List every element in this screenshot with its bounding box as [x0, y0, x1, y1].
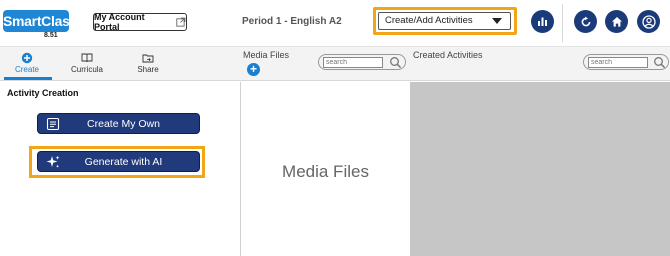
add-media-button[interactable]: + — [247, 63, 260, 76]
tab-create[interactable]: Create — [4, 50, 50, 80]
search-icon[interactable] — [389, 56, 402, 69]
created-search-input[interactable] — [588, 57, 648, 68]
home-button[interactable] — [605, 10, 628, 33]
sparkle-icon — [46, 155, 60, 168]
document-icon — [46, 117, 60, 130]
active-tab-indicator — [4, 77, 52, 80]
book-icon — [81, 53, 93, 63]
caret-down-icon — [492, 18, 502, 24]
search-icon[interactable] — [653, 56, 666, 69]
media-files-placeholder: Media Files — [282, 162, 369, 181]
logo-registered-mark: ® — [77, 14, 82, 21]
tab-curricula-label: Curricula — [70, 65, 103, 74]
account-portal-label: My Account Portal — [94, 12, 145, 32]
header-divider — [562, 4, 563, 42]
tab-share[interactable]: Share — [125, 50, 171, 80]
created-activities-panel — [410, 82, 670, 256]
activity-select-value: Create/Add Activities — [385, 15, 473, 26]
media-search-input[interactable] — [323, 57, 383, 68]
media-files-panel: Media Files — [241, 82, 410, 256]
tab-share-label: Share — [137, 65, 159, 74]
app-header: SmartClass® 8.51 My Account Portal Perio… — [0, 0, 670, 47]
create-my-own-button[interactable]: Create My Own — [37, 113, 200, 134]
created-search — [583, 54, 669, 70]
chart-icon — [538, 17, 547, 26]
external-link-icon — [176, 17, 186, 27]
home-icon — [611, 16, 622, 27]
share-icon — [142, 54, 154, 63]
refresh-button[interactable] — [574, 10, 597, 33]
plus-circle-icon — [21, 52, 33, 64]
account-portal-button[interactable]: My Account Portal — [93, 12, 187, 32]
tab-create-label: Create — [14, 65, 39, 74]
panel-title: Activity Creation — [7, 88, 79, 98]
chart-button[interactable] — [531, 10, 554, 33]
tab-curricula[interactable]: Curricula — [64, 50, 110, 80]
period-title: Period 1 - English A2 — [242, 16, 342, 27]
logo-badge: SmartClass® — [3, 10, 82, 32]
toolbar: Create Curricula Share Media Files + Cre… — [0, 47, 670, 81]
created-activities-label: Created Activities — [413, 50, 483, 60]
logo-version: 8.51 — [44, 32, 58, 39]
create-my-own-label: Create My Own — [87, 117, 160, 130]
media-files-label: Media Files — [243, 50, 290, 60]
generate-with-ai-label: Generate with AI — [84, 155, 163, 168]
smartclass-logo: SmartClass® 8.51 — [3, 10, 82, 39]
activity-creation-panel: Activity Creation Create My Own Generate… — [0, 82, 240, 256]
logo-text: SmartClass — [3, 13, 78, 29]
refresh-icon — [581, 16, 590, 26]
media-search — [318, 54, 406, 70]
activity-select[interactable]: Create/Add Activities — [378, 12, 511, 30]
user-icon — [641, 14, 656, 29]
generate-with-ai-button[interactable]: Generate with AI — [37, 151, 200, 172]
profile-button[interactable] — [637, 10, 660, 33]
